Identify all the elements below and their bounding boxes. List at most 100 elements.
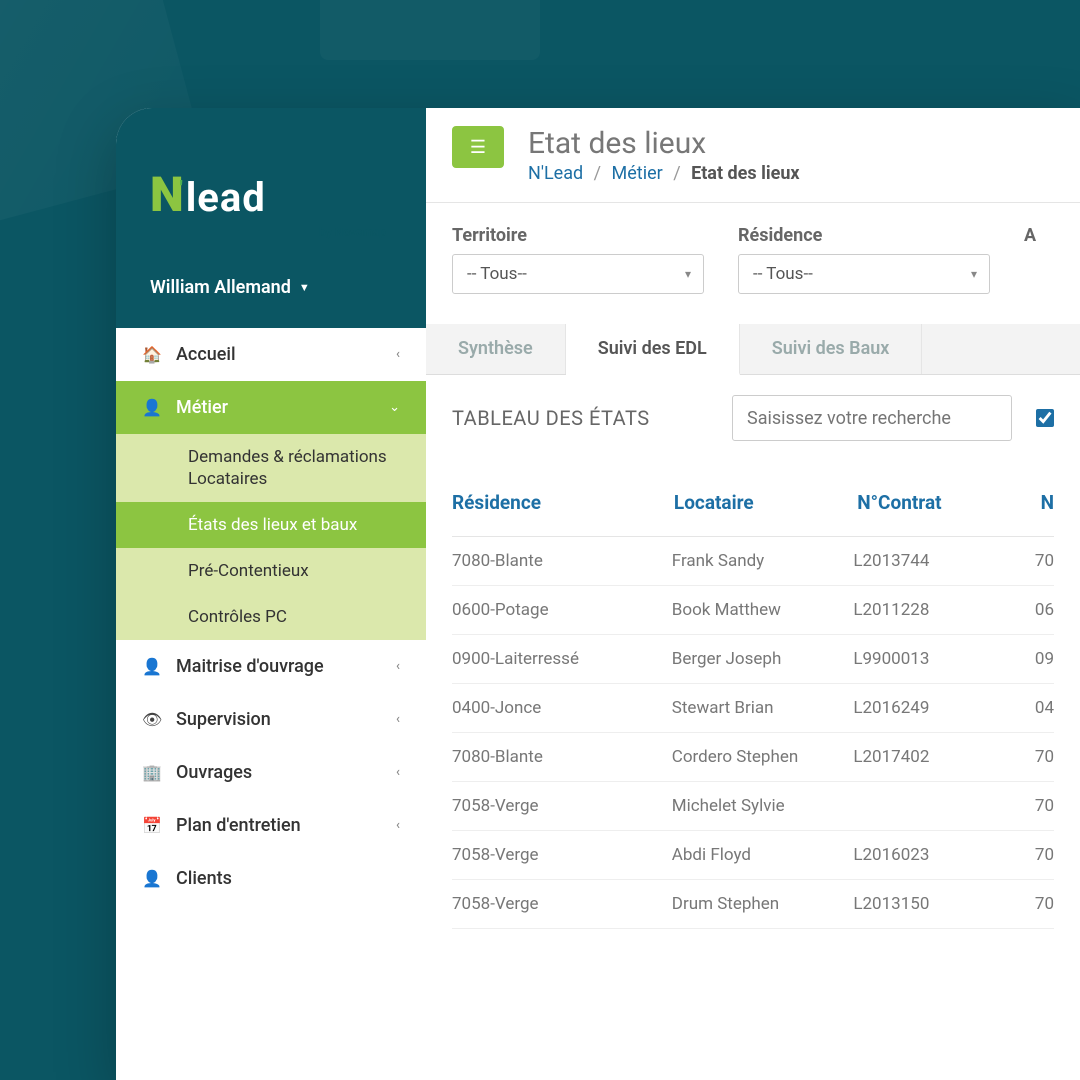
table-row[interactable]: 7080-BlanteCordero StephenL201740270: [452, 733, 1054, 782]
person-icon: 👤: [142, 398, 160, 417]
table-row[interactable]: 7058-VergeMichelet Sylvie 70: [452, 782, 1054, 831]
chevron-down-icon: ⌄: [389, 400, 400, 415]
home-icon: 🏠: [142, 345, 160, 364]
building-icon: 🏢: [142, 763, 160, 782]
sidebar-item-metier[interactable]: 👤Métier ⌄: [116, 381, 426, 434]
column-header-locataire[interactable]: Locataire: [674, 491, 857, 514]
sidebar-item-label: Maitrise d'ouvrage: [176, 656, 324, 677]
caret-down-icon: ▼: [299, 281, 310, 294]
sidebar-item-clients[interactable]: 👤 Clients: [116, 852, 426, 905]
sidebar: N' lead by Novamap William Allemand ▼ 🏠 A…: [116, 108, 426, 1080]
logo: N' lead: [150, 166, 392, 223]
column-header-residence[interactable]: Résidence: [452, 491, 674, 514]
residence-select[interactable]: -- Tous--: [738, 254, 990, 294]
breadcrumb-separator: /: [673, 163, 680, 184]
cell-residence: 7058-Verge: [452, 845, 672, 865]
sidebar-header: N' lead by Novamap William Allemand ▼: [116, 108, 426, 328]
territoire-select[interactable]: -- Tous--: [452, 254, 704, 294]
filter-label: A: [1024, 225, 1054, 246]
select-value: -- Tous--: [467, 264, 527, 284]
page-header: ☰ Etat des lieux N'Lead / Métier / Etat …: [426, 108, 1080, 203]
cell-contrat: L2013744: [853, 551, 1035, 571]
menu-toggle-button[interactable]: ☰: [452, 126, 504, 168]
cell-locataire: Drum Stephen: [672, 894, 854, 914]
filter-checkbox[interactable]: [1036, 409, 1054, 427]
select-value: -- Tous--: [753, 264, 813, 284]
table-row[interactable]: 7058-VergeDrum StephenL201315070: [452, 880, 1054, 929]
cell-residence: 7080-Blante: [452, 747, 672, 767]
cell-n: 06: [1035, 600, 1054, 620]
cell-residence: 0600-Potage: [452, 600, 672, 620]
sidebar-item-plan[interactable]: 📅 Plan d'entretien ‹: [116, 799, 426, 852]
user-name: William Allemand: [150, 277, 291, 298]
breadcrumb-link[interactable]: Métier: [612, 163, 663, 184]
cell-contrat: L2011228: [853, 600, 1035, 620]
filters-row: Territoire -- Tous-- Résidence -- Tous--…: [426, 203, 1080, 306]
section-title: TABLEAU DES ÉTATS: [452, 406, 708, 430]
sidebar-nav: 🏠 Accueil ‹ 👤Métier ⌄ Demandes & réclamat…: [116, 328, 426, 1080]
table-row[interactable]: 0900-LaiterresséBerger JosephL990001309: [452, 635, 1054, 684]
sidebar-item-label: Ouvrages: [176, 762, 252, 783]
cell-locataire: Michelet Sylvie: [672, 796, 854, 816]
app-window: N' lead by Novamap William Allemand ▼ 🏠 A…: [116, 108, 1080, 1080]
sidebar-item-ouvrages[interactable]: 🏢Ouvrages ‹: [116, 746, 426, 799]
logo-mark: N': [150, 166, 180, 223]
cell-locataire: Cordero Stephen: [672, 747, 854, 767]
menu-icon: ☰: [470, 137, 486, 158]
tab-synthese[interactable]: Synthèse: [426, 324, 566, 374]
eye-icon: 👁: [142, 710, 160, 729]
sidebar-subitem-precontentieux[interactable]: Pré-Contentieux: [116, 548, 426, 594]
sidebar-item-accueil[interactable]: 🏠 Accueil ‹: [116, 328, 426, 381]
cell-n: 04: [1035, 698, 1054, 718]
breadcrumb: N'Lead / Métier / Etat des lieux: [528, 163, 800, 184]
cell-n: 70: [1035, 845, 1054, 865]
breadcrumb-current: Etat des lieux: [691, 163, 799, 184]
data-table: Résidence Locataire N°Contrat N 7080-Bla…: [426, 461, 1080, 937]
chevron-left-icon: ‹: [396, 712, 400, 727]
search-input[interactable]: [732, 395, 1012, 441]
logo-tagline: by Novamap: [150, 225, 392, 239]
chevron-left-icon: ‹: [396, 659, 400, 674]
sidebar-subitem-etats[interactable]: États des lieux et baux: [116, 502, 426, 548]
chevron-left-icon: ‹: [396, 818, 400, 833]
sidebar-subitem-demandes[interactable]: Demandes & réclamations Locataires: [116, 434, 426, 502]
cell-locataire: Frank Sandy: [672, 551, 854, 571]
cell-residence: 7080-Blante: [452, 551, 672, 571]
breadcrumb-link[interactable]: N'Lead: [528, 163, 583, 184]
column-header-contrat[interactable]: N°Contrat: [857, 491, 1040, 514]
table-row[interactable]: 7080-BlanteFrank SandyL201374470: [452, 537, 1054, 586]
cell-residence: 7058-Verge: [452, 894, 672, 914]
sidebar-item-supervision[interactable]: 👁Supervision ‹: [116, 693, 426, 746]
cell-contrat: L2016023: [853, 845, 1035, 865]
chevron-left-icon: ‹: [396, 347, 400, 362]
table-row[interactable]: 0600-PotageBook MatthewL201122806: [452, 586, 1054, 635]
cell-locataire: Berger Joseph: [672, 649, 854, 669]
cell-n: 70: [1035, 894, 1054, 914]
cell-n: 70: [1035, 796, 1054, 816]
sidebar-item-label: Clients: [176, 868, 232, 889]
cell-residence: 7058-Verge: [452, 796, 672, 816]
section-header: TABLEAU DES ÉTATS: [426, 375, 1080, 461]
table-row[interactable]: 7058-VergeAbdi FloydL201602370: [452, 831, 1054, 880]
main-content: ☰ Etat des lieux N'Lead / Métier / Etat …: [426, 108, 1080, 1080]
page-title: Etat des lieux: [528, 126, 800, 161]
table-head: Résidence Locataire N°Contrat N: [452, 469, 1054, 537]
sidebar-item-label: Accueil: [176, 344, 236, 365]
cell-contrat: [853, 796, 1035, 816]
cell-contrat: L2013150: [853, 894, 1035, 914]
sidebar-item-label: Plan d'entretien: [176, 815, 301, 836]
cell-locataire: Book Matthew: [672, 600, 854, 620]
calendar-icon: 📅: [142, 816, 160, 835]
user-icon: 👤: [142, 869, 160, 888]
user-menu[interactable]: William Allemand ▼: [150, 277, 392, 298]
filter-label: Territoire: [452, 225, 704, 246]
sidebar-item-maitrise[interactable]: 👤 Maitrise d'ouvrage ‹: [116, 640, 426, 693]
cell-n: 09: [1035, 649, 1054, 669]
sidebar-subitem-controles[interactable]: Contrôles PC: [116, 594, 426, 640]
tab-suivi-baux[interactable]: Suivi des Baux: [740, 324, 923, 374]
tab-suivi-edl[interactable]: Suivi des EDL: [566, 324, 740, 375]
column-header-n[interactable]: N: [1041, 491, 1054, 514]
cell-contrat: L2017402: [853, 747, 1035, 767]
person-icon: 👤: [142, 657, 160, 676]
table-row[interactable]: 0400-JonceStewart BrianL201624904: [452, 684, 1054, 733]
